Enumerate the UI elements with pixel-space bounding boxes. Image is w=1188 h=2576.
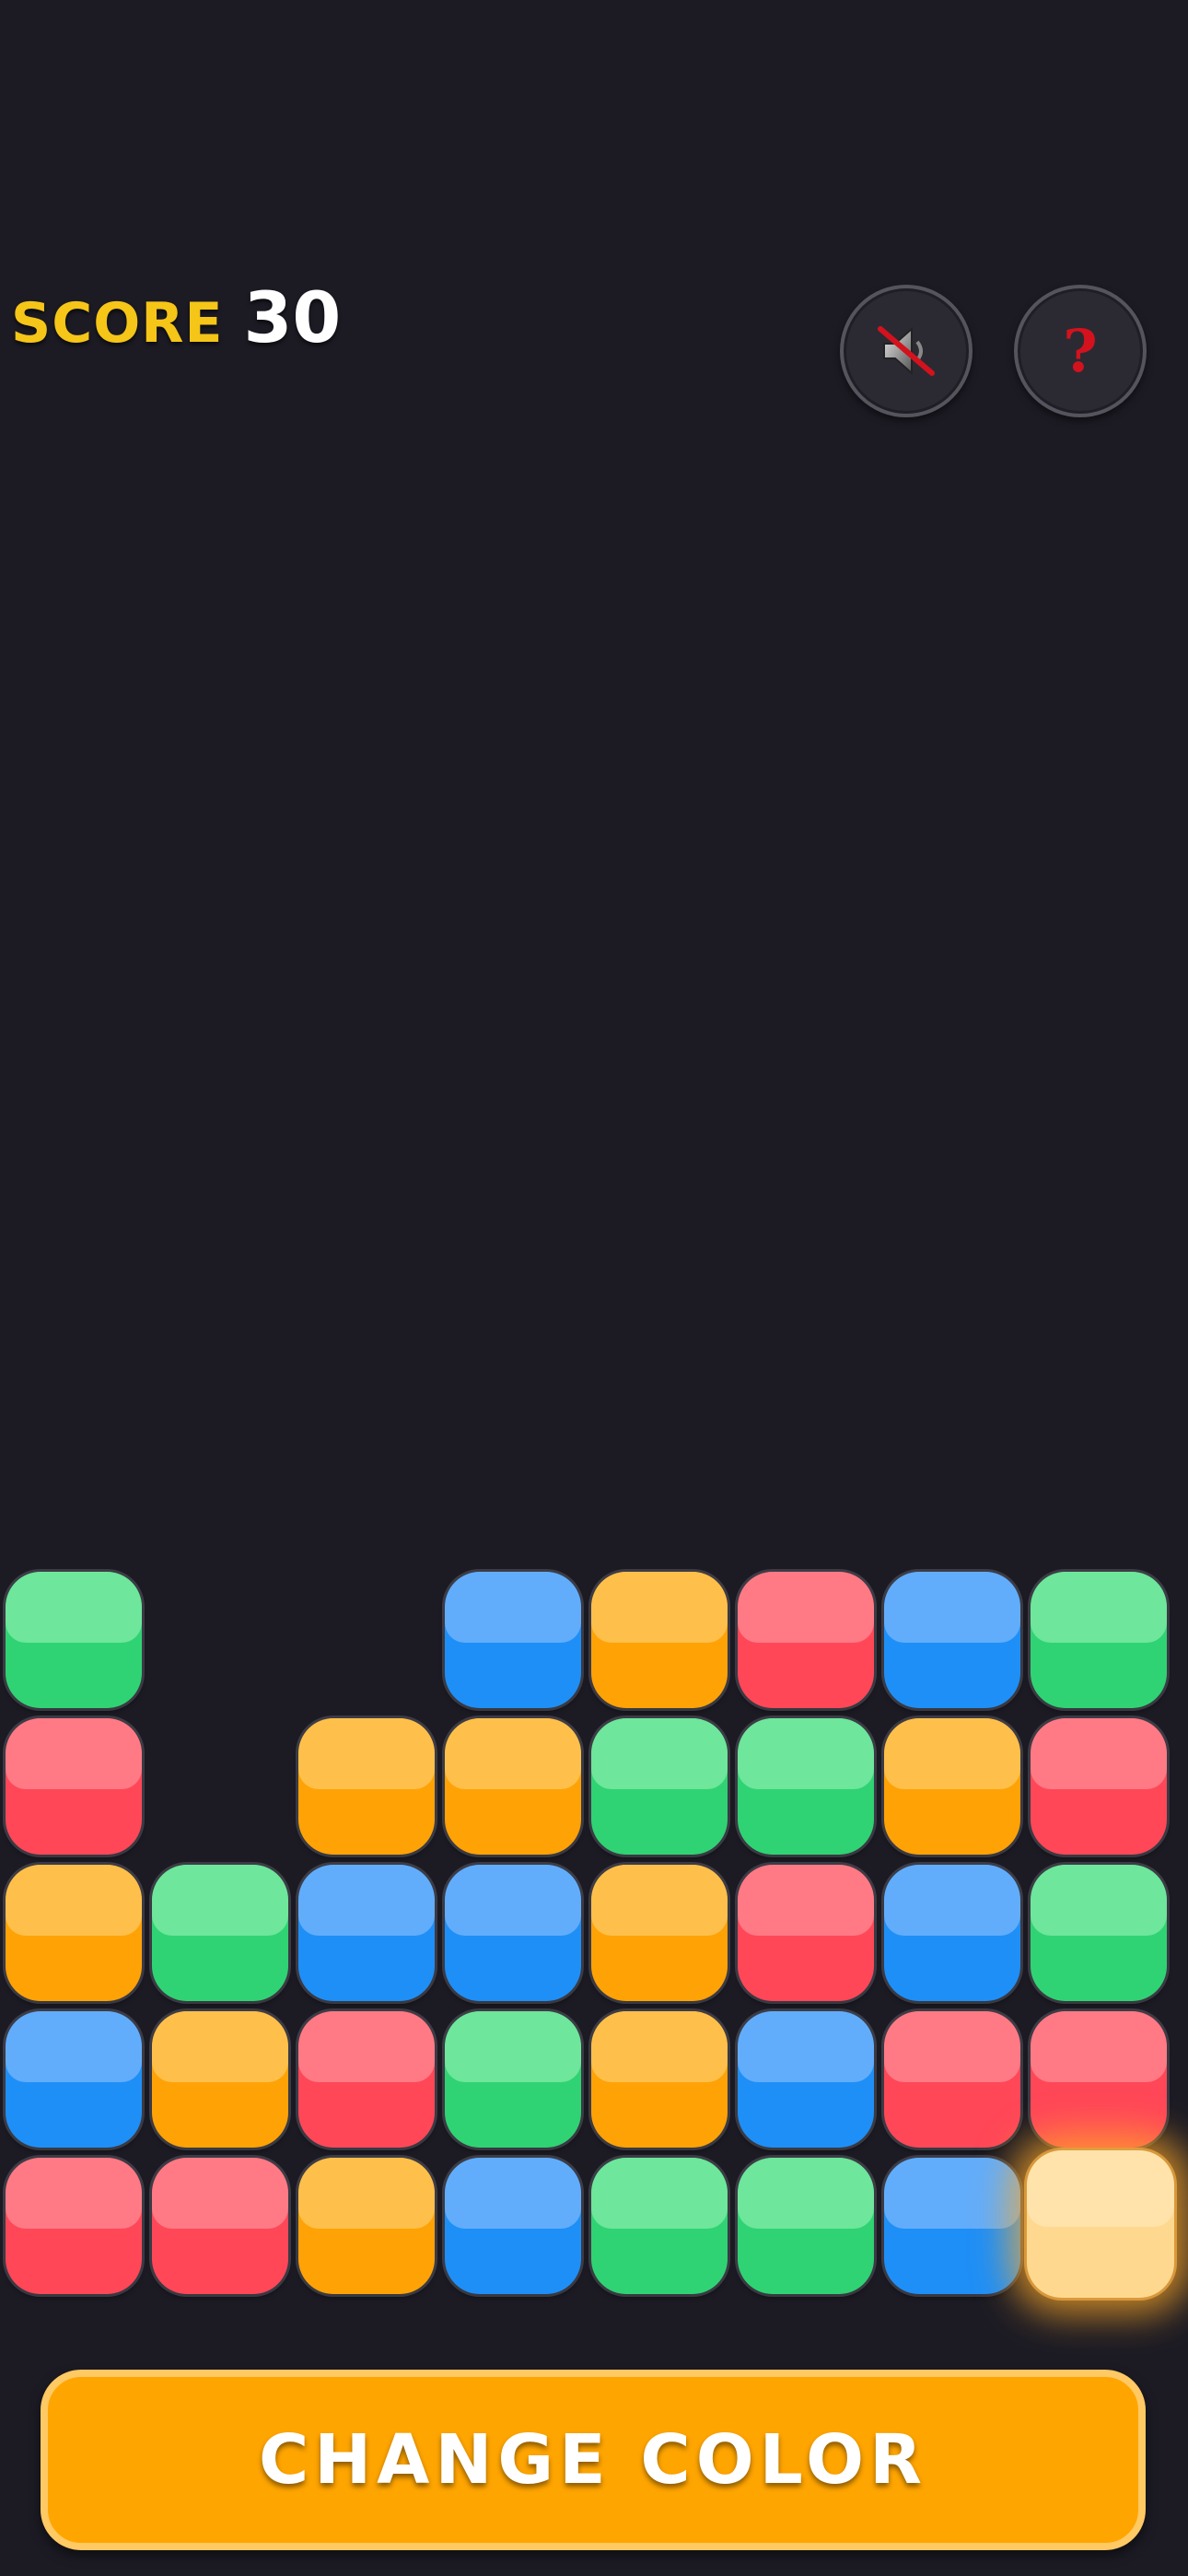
block-green[interactable] xyxy=(591,2158,728,2294)
block-orange[interactable] xyxy=(152,2011,288,2148)
block-orange[interactable] xyxy=(445,1718,581,1855)
score-label: SCORE xyxy=(11,291,224,356)
block-blue[interactable] xyxy=(738,2011,874,2148)
block-green[interactable] xyxy=(1031,1865,1167,2001)
score-display: SCORE 30 xyxy=(11,276,341,358)
block-orange[interactable] xyxy=(298,1718,435,1855)
block-red[interactable] xyxy=(6,2158,142,2294)
block-red[interactable] xyxy=(6,1718,142,1855)
block-green[interactable] xyxy=(591,1718,728,1855)
block-orange[interactable] xyxy=(591,2011,728,2148)
block-blue[interactable] xyxy=(445,1865,581,2001)
selected-block[interactable] xyxy=(1027,2150,1174,2298)
block-orange[interactable] xyxy=(884,1718,1020,1855)
block-blue[interactable] xyxy=(884,1865,1020,2001)
block-orange[interactable] xyxy=(591,1865,728,2001)
help-button[interactable]: ? xyxy=(1014,285,1147,417)
block-blue[interactable] xyxy=(298,1865,435,2001)
block-green[interactable] xyxy=(1031,1572,1167,1708)
block-orange[interactable] xyxy=(591,1572,728,1708)
block-blue[interactable] xyxy=(445,1572,581,1708)
block-orange[interactable] xyxy=(6,1865,142,2001)
block-blue[interactable] xyxy=(445,2158,581,2294)
game-screen: SCORE 30 ? CHANGE COLOR xyxy=(0,0,1188,2576)
block-red[interactable] xyxy=(1031,1718,1167,1855)
block-red[interactable] xyxy=(738,1572,874,1708)
change-color-label: CHANGE COLOR xyxy=(258,2420,928,2500)
block-grid xyxy=(0,0,1188,2576)
block-green[interactable] xyxy=(738,2158,874,2294)
block-green[interactable] xyxy=(6,1572,142,1708)
block-red[interactable] xyxy=(1031,2011,1167,2148)
mute-button[interactable] xyxy=(840,285,973,417)
score-value: 30 xyxy=(243,276,342,358)
block-green[interactable] xyxy=(152,1865,288,2001)
question-icon: ? xyxy=(1063,316,1098,386)
speaker-muted-icon xyxy=(878,326,935,376)
block-blue[interactable] xyxy=(6,2011,142,2148)
block-red[interactable] xyxy=(884,2011,1020,2148)
block-blue[interactable] xyxy=(884,2158,1020,2294)
block-green[interactable] xyxy=(738,1718,874,1855)
block-red[interactable] xyxy=(738,1865,874,2001)
block-red[interactable] xyxy=(298,2011,435,2148)
change-color-button[interactable]: CHANGE COLOR xyxy=(41,2370,1146,2550)
block-green[interactable] xyxy=(445,2011,581,2148)
block-blue[interactable] xyxy=(884,1572,1020,1708)
block-orange[interactable] xyxy=(298,2158,435,2294)
block-red[interactable] xyxy=(152,2158,288,2294)
